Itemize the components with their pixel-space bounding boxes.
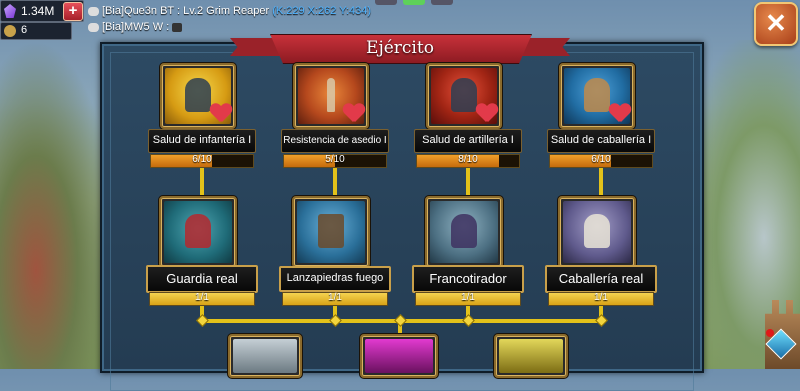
tab-indicator	[431, 0, 453, 5]
locked-unit-icon	[233, 339, 297, 373]
connector-line	[333, 168, 337, 198]
chat-bubble-icon	[88, 6, 99, 16]
chat-line-1: [Bia]Que3n BT : Lv.2 Grim Reaper (K:229 …	[88, 5, 371, 17]
chat-line-1-text: [Bia]Que3n BT : Lv.2 Grim Reaper	[102, 5, 270, 17]
unit-label: Caballería real	[545, 265, 657, 293]
connector-line	[466, 168, 470, 198]
upgrade-label: Salud de caballería I	[547, 129, 655, 153]
connector-line	[599, 168, 603, 198]
progress-text: 6/10	[591, 154, 611, 165]
unit-progress-bar: 1/1	[415, 292, 521, 306]
buy-gems-button[interactable]: +	[63, 2, 83, 21]
chat-line-2: [Bia]MW5 W :	[88, 21, 183, 33]
connector-line	[200, 168, 204, 198]
tab-indicator-active	[403, 0, 425, 5]
royal-guard-icon	[164, 201, 232, 263]
level-value: 6	[21, 24, 28, 36]
upgrade-progress-bar: 6/10	[150, 154, 254, 168]
heart-plus-icon	[476, 104, 498, 124]
locked-unit-icon	[499, 339, 563, 373]
unit-sniper[interactable]	[425, 196, 503, 268]
chat-preview[interactable]: [Bia]Que3n BT : Lv.2 Grim Reaper (K:229 …	[88, 4, 388, 38]
unit-next-tier-1[interactable]	[228, 334, 302, 378]
heart-plus-icon	[343, 104, 365, 124]
progress-text: 6/10	[192, 154, 212, 165]
progress-text: 8/10	[458, 154, 478, 165]
upgrade-progress-bar: 6/10	[549, 154, 653, 168]
upgrade-siege-resistance[interactable]	[293, 63, 369, 129]
upgrade-infantry-health[interactable]	[160, 63, 236, 129]
level-counter: 6	[0, 22, 72, 40]
close-x-icon: ✕	[765, 8, 787, 38]
unit-fire-trebuchet[interactable]	[292, 196, 370, 268]
top-tab-indicator	[375, 0, 455, 6]
panel-title: Ejército	[366, 38, 434, 58]
title-banner: Ejército	[230, 34, 570, 64]
locked-unit-icon	[365, 339, 433, 373]
chat-coordinates-link[interactable]: (K:229 X:262 Y:434)	[272, 5, 371, 17]
upgrade-progress-bar: 8/10	[416, 154, 520, 168]
upgrade-label: Resistencia de asedio I	[281, 129, 389, 153]
unit-label: Francotirador	[412, 265, 524, 293]
gems-value: 1.34M	[21, 4, 55, 18]
upgrade-label: Salud de infantería I	[148, 129, 256, 153]
upgrade-progress-bar: 5/10	[283, 154, 387, 168]
gem-icon	[4, 4, 16, 18]
progress-text: 1/1	[461, 292, 475, 303]
chat-bubble-icon	[88, 22, 99, 32]
progress-text: 1/1	[195, 292, 209, 303]
unit-next-tier-2[interactable]	[360, 334, 438, 378]
close-button[interactable]: ✕	[754, 2, 798, 46]
chat-line-2-text: [Bia]MW5 W :	[102, 21, 170, 33]
progress-text: 5/10	[325, 154, 345, 165]
upgrade-artillery-health[interactable]	[426, 63, 502, 129]
gems-counter: 1.34M +	[0, 0, 84, 22]
unit-royal-cavalry[interactable]	[558, 196, 636, 268]
notification-dot	[766, 329, 774, 337]
tab-indicator	[375, 0, 397, 5]
upgrade-label: Salud de artillería I	[414, 129, 522, 153]
upgrade-cavalry-health[interactable]	[559, 63, 635, 129]
sniper-icon	[430, 201, 498, 263]
unit-next-tier-3[interactable]	[494, 334, 568, 378]
unit-progress-bar: 1/1	[548, 292, 654, 306]
level-badge-icon	[4, 25, 16, 37]
unit-label: Guardia real	[146, 265, 258, 293]
unit-progress-bar: 1/1	[149, 292, 255, 306]
progress-text: 1/1	[328, 292, 342, 303]
unit-progress-bar: 1/1	[282, 292, 388, 306]
royal-cavalry-icon	[563, 201, 631, 263]
unit-royal-guard[interactable]	[159, 196, 237, 268]
unit-label: Lanzapiedras fuego	[279, 266, 391, 292]
plus-icon: +	[68, 2, 78, 19]
trebuchet-icon	[297, 201, 365, 263]
progress-text: 1/1	[594, 292, 608, 303]
heart-plus-icon	[210, 104, 232, 124]
emoji-icon	[172, 22, 183, 32]
heart-plus-icon	[609, 104, 631, 124]
